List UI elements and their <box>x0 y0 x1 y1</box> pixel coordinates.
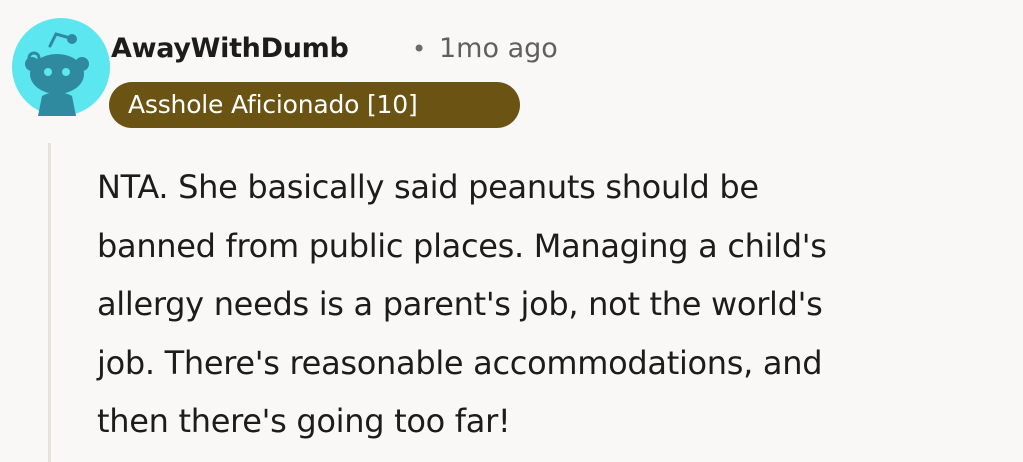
meta-separator: • <box>412 35 427 63</box>
comment-body-line: job. There's reasonable accommodations, … <box>97 343 823 382</box>
comment-thread-line[interactable] <box>48 143 51 462</box>
comment-author-link[interactable]: AwayWithDumb <box>111 33 349 64</box>
user-avatar[interactable] <box>12 18 110 116</box>
comment-body-line: NTA. She basically said peanuts should b… <box>97 168 759 206</box>
comment-body-line: allergy needs is a parent's job, not the… <box>97 285 823 323</box>
user-flair-badge: Asshole Aficionado [10] <box>109 82 520 128</box>
comment-body-line: then there's going too far! <box>97 402 511 440</box>
reddit-snoo-avatar-icon <box>12 18 110 116</box>
comment-timestamp[interactable]: 1mo ago <box>439 33 558 64</box>
comment-body: NTA. She basically said peanuts should b… <box>97 158 997 451</box>
comment-body-line: banned from public places. Managing a ch… <box>97 226 827 265</box>
